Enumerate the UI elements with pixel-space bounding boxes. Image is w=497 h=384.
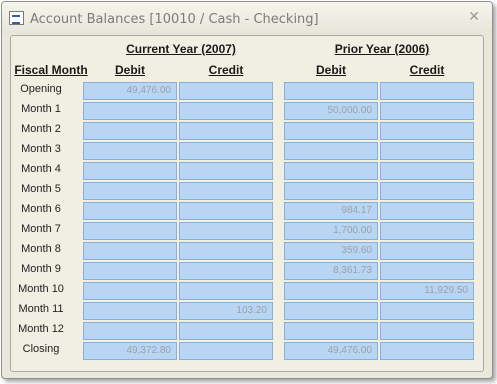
row-label: Month 9: [21, 263, 61, 275]
row-label: Closing: [22, 343, 60, 355]
prior-debit-field[interactable]: 50,000.00: [284, 102, 378, 120]
row-label: Opening: [20, 83, 62, 95]
row-label: Month 5: [21, 183, 61, 195]
row-label: Month 2: [21, 123, 61, 135]
prior-debit-field[interactable]: [284, 82, 378, 100]
current-credit-field[interactable]: [179, 102, 273, 120]
row-label: Month 3: [21, 143, 61, 155]
current-debit-header: Debit: [115, 63, 145, 77]
title-bar[interactable]: Account Balances [10010 / Cash - Checkin…: [2, 2, 492, 35]
current-credit-field[interactable]: [179, 202, 273, 220]
row-label: Month 10: [18, 283, 64, 295]
prior-debit-field[interactable]: [284, 322, 378, 340]
prior-debit-field[interactable]: 49,476.00: [284, 342, 378, 360]
current-debit-field[interactable]: [83, 122, 177, 140]
prior-credit-field[interactable]: [380, 202, 474, 220]
current-credit-field[interactable]: 103.20: [179, 302, 273, 320]
row-label: Month 8: [21, 243, 61, 255]
current-debit-field[interactable]: [83, 242, 177, 260]
current-debit-field[interactable]: [83, 142, 177, 160]
prior-credit-field[interactable]: [380, 182, 474, 200]
account-balances-window: Account Balances [10010 / Cash - Checkin…: [1, 1, 493, 379]
current-credit-header: Credit: [208, 63, 244, 77]
current-debit-field[interactable]: 49,476.00: [83, 82, 177, 100]
prior-credit-field[interactable]: [380, 302, 474, 320]
current-debit-field[interactable]: 49,372.80: [83, 342, 177, 360]
current-credit-field[interactable]: [179, 322, 273, 340]
prior-credit-header: Credit: [409, 63, 445, 77]
current-credit-field[interactable]: [179, 122, 273, 140]
current-debit-field[interactable]: [83, 202, 177, 220]
prior-credit-field[interactable]: 11,929.50: [380, 282, 474, 300]
current-credit-field[interactable]: [179, 182, 273, 200]
prior-credit-field[interactable]: [380, 162, 474, 180]
prior-debit-field[interactable]: [284, 282, 378, 300]
group-header-prior-year: Prior Year (2006): [334, 42, 430, 56]
prior-debit-field[interactable]: 359.60: [284, 242, 378, 260]
prior-debit-field[interactable]: [284, 122, 378, 140]
current-debit-field[interactable]: [83, 162, 177, 180]
prior-debit-field[interactable]: 984.17: [284, 202, 378, 220]
app-icon: [9, 11, 24, 25]
current-credit-field[interactable]: [179, 342, 273, 360]
row-label: Month 1: [21, 103, 61, 115]
current-credit-field[interactable]: [179, 222, 273, 240]
row-label: Month 6: [21, 203, 61, 215]
group-header-current-year: Current Year (2007): [126, 42, 236, 56]
prior-credit-field[interactable]: [380, 262, 474, 280]
prior-debit-field[interactable]: 1,700.00: [284, 222, 378, 240]
prior-debit-field[interactable]: [284, 142, 378, 160]
prior-credit-field[interactable]: [380, 222, 474, 240]
current-debit-field[interactable]: [83, 262, 177, 280]
current-debit-field[interactable]: [83, 102, 177, 120]
prior-debit-field[interactable]: 8,361.73: [284, 262, 378, 280]
current-credit-field[interactable]: [179, 262, 273, 280]
prior-credit-field[interactable]: [380, 142, 474, 160]
fiscal-month-header: Fiscal Month: [14, 63, 88, 77]
close-icon[interactable]: ✕: [468, 9, 480, 25]
prior-debit-field[interactable]: [284, 162, 378, 180]
current-debit-field[interactable]: [83, 322, 177, 340]
current-credit-field[interactable]: [179, 82, 273, 100]
prior-credit-field[interactable]: [380, 242, 474, 260]
prior-credit-field[interactable]: [380, 342, 474, 360]
row-label: Month 7: [21, 223, 61, 235]
current-debit-field[interactable]: [83, 182, 177, 200]
row-label: Month 4: [21, 163, 61, 175]
prior-credit-field[interactable]: [380, 122, 474, 140]
current-credit-field[interactable]: [179, 282, 273, 300]
prior-debit-field[interactable]: [284, 302, 378, 320]
current-debit-field[interactable]: [83, 282, 177, 300]
row-label: Month 12: [18, 323, 64, 335]
prior-debit-field[interactable]: [284, 182, 378, 200]
balances-panel: Current Year (2007) Prior Year (2006) Fi…: [10, 35, 484, 372]
prior-credit-field[interactable]: [380, 102, 474, 120]
window-title: Account Balances [10010 / Cash - Checkin…: [30, 12, 319, 27]
current-credit-field[interactable]: [179, 242, 273, 260]
prior-debit-header: Debit: [316, 63, 346, 77]
current-credit-field[interactable]: [179, 142, 273, 160]
current-debit-field[interactable]: [83, 302, 177, 320]
row-label: Month 11: [18, 303, 64, 315]
current-debit-field[interactable]: [83, 222, 177, 240]
current-credit-field[interactable]: [179, 162, 273, 180]
prior-credit-field[interactable]: [380, 82, 474, 100]
prior-credit-field[interactable]: [380, 322, 474, 340]
